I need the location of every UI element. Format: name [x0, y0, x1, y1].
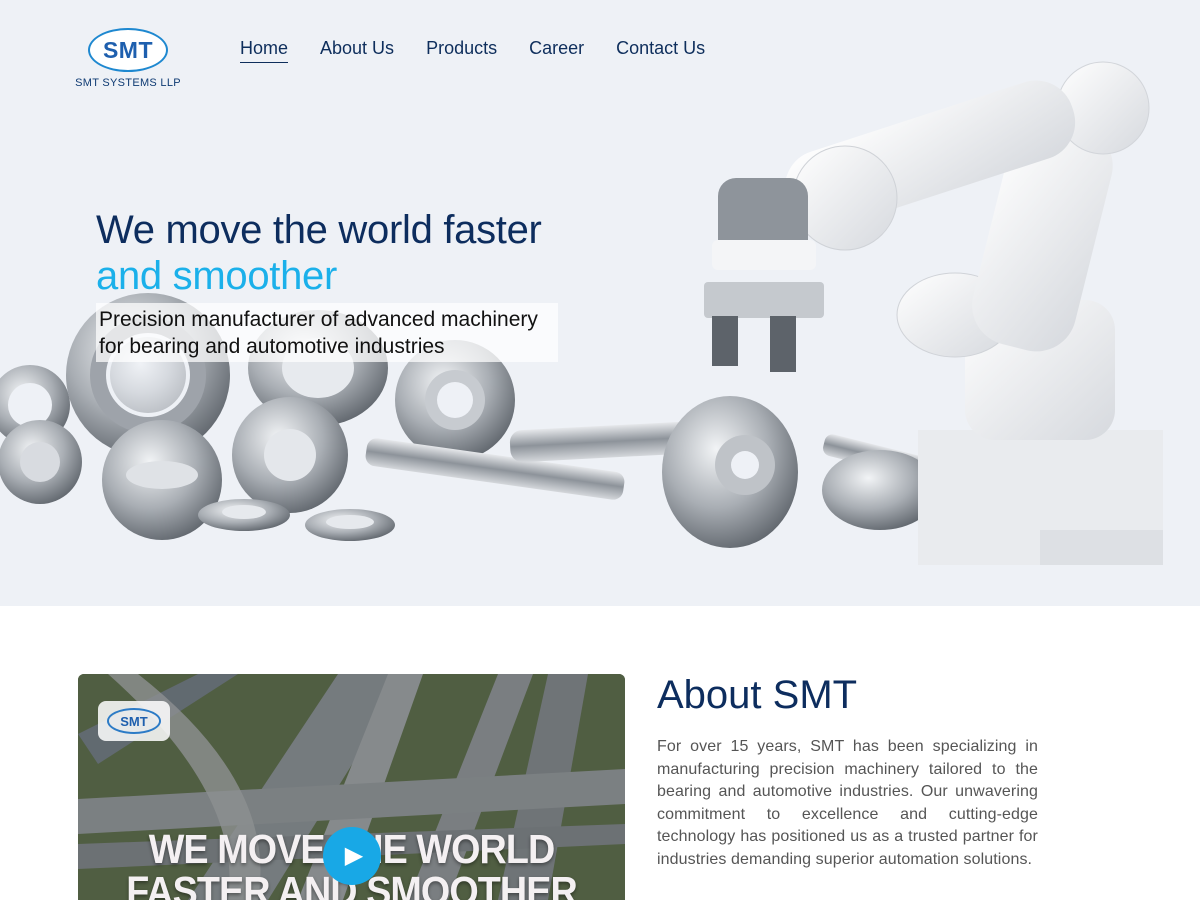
main-nav: Home About Us Products Career Contact Us — [240, 38, 705, 63]
video-logo-text: SMT — [120, 713, 148, 729]
about-title: About SMT — [657, 673, 858, 717]
nav-item-products[interactable]: Products — [426, 38, 497, 63]
company-name: SMT SYSTEMS LLP — [75, 77, 181, 89]
play-icon: ▶ — [344, 842, 364, 869]
company-logo[interactable]: SMT SMT SYSTEMS LLP — [72, 28, 184, 94]
hero-section: SMT SMT SYSTEMS LLP Home About Us Produc… — [0, 0, 1200, 606]
nav-item-contact-us[interactable]: Contact Us — [616, 38, 705, 63]
play-button[interactable]: ▶ — [323, 827, 381, 885]
hero-text-block: We move the world faster and smoother Pr… — [96, 207, 576, 362]
nav-item-career[interactable]: Career — [529, 38, 584, 63]
nav-item-about-us[interactable]: About Us — [320, 38, 394, 63]
hero-subtitle: Precision manufacturer of advanced machi… — [96, 303, 558, 362]
video-logo-emblem: SMT — [107, 708, 161, 734]
about-section: About SMT For over 15 years, SMT has bee… — [657, 672, 1038, 871]
hero-title-accent: and smoother — [96, 254, 337, 298]
nav-item-home[interactable]: Home — [240, 38, 289, 63]
logo-text: SMT — [102, 36, 154, 63]
video-logo: SMT — [98, 701, 170, 741]
about-body: For over 15 years, SMT has been speciali… — [657, 738, 1038, 868]
hero-title: We move the world faster — [96, 208, 542, 252]
logo-emblem: SMT — [88, 28, 168, 72]
video-player[interactable]: SMT WE MOVE THE WORLD FASTER AND SMOOTHE… — [78, 674, 625, 900]
